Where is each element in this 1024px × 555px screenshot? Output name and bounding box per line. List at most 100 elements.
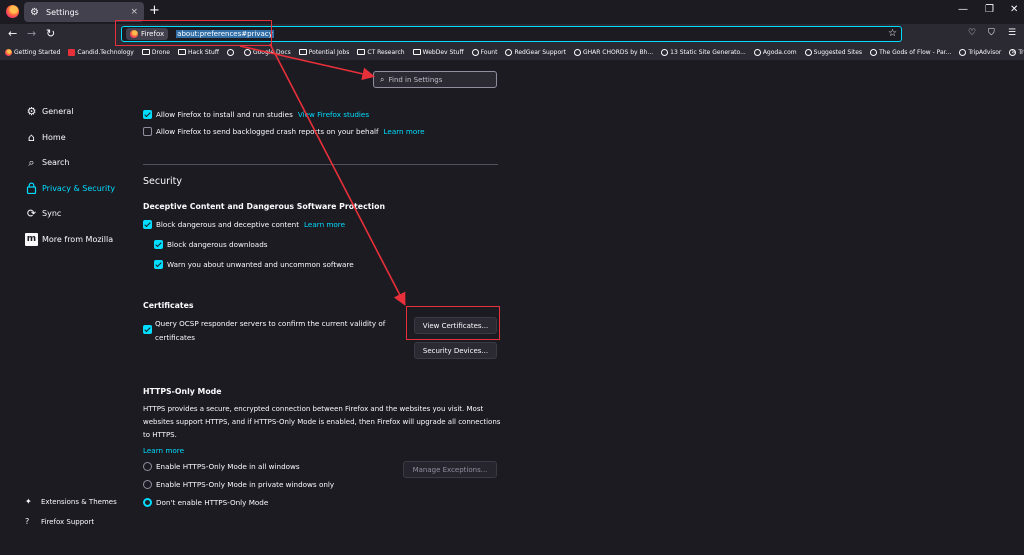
sidebar-item-privacy[interactable]: Privacy & Security bbox=[25, 182, 115, 195]
view-certificates-button[interactable]: View Certificates... bbox=[414, 317, 497, 334]
bookmark-item[interactable]: GHAR CHORDS by Bh... bbox=[573, 48, 654, 56]
https-private-radio[interactable] bbox=[143, 480, 152, 489]
identity-box[interactable]: Firefox bbox=[126, 28, 169, 40]
gear-icon: ⚙ bbox=[30, 6, 39, 18]
lock-icon bbox=[25, 182, 38, 195]
bookmark-item[interactable] bbox=[226, 48, 236, 56]
manage-exceptions-button[interactable]: Manage Exceptions... bbox=[403, 461, 497, 478]
globe-icon bbox=[959, 48, 967, 56]
bookmark-label: Potential Jobs bbox=[308, 48, 350, 56]
crash-reports-checkbox[interactable] bbox=[143, 127, 152, 136]
crash-reports-label: Allow Firefox to send backlogged crash r… bbox=[156, 127, 379, 136]
block-deceptive-checkbox[interactable] bbox=[143, 220, 152, 229]
firefox-icon bbox=[5, 48, 12, 56]
bookmark-item[interactable]: Drone bbox=[141, 48, 170, 56]
bookmark-item[interactable]: WebDev Stuff bbox=[412, 48, 464, 56]
bookmark-item[interactable]: Fount bbox=[471, 48, 498, 56]
pocket-icon[interactable]: ♡ bbox=[968, 28, 976, 38]
back-button[interactable]: ← bbox=[8, 27, 17, 40]
ocsp-label-line1: Query OCSP responder servers to confirm … bbox=[155, 319, 386, 328]
sidebar-item-label: More from Mozilla bbox=[42, 235, 114, 244]
bookmark-item[interactable]: 13 Static Site Generato... bbox=[661, 48, 746, 56]
reload-button[interactable]: ↻ bbox=[46, 27, 55, 40]
warn-unwanted-checkbox[interactable] bbox=[154, 260, 163, 269]
url-text[interactable]: about:preferences#privacy bbox=[176, 30, 274, 38]
sidebar-item-search[interactable]: ⌕ Search bbox=[25, 156, 69, 169]
menu-icon[interactable]: ☰ bbox=[1008, 28, 1016, 38]
bookmark-item[interactable]: The Gods of Flow - Par... bbox=[870, 48, 951, 56]
bookmark-label: GHAR CHORDS by Bh... bbox=[582, 48, 654, 56]
find-in-settings[interactable]: ⌕ bbox=[373, 71, 497, 88]
restore-button[interactable]: ❐ bbox=[985, 4, 994, 15]
https-all-windows-radio[interactable] bbox=[143, 462, 152, 471]
search-input[interactable] bbox=[388, 75, 489, 84]
block-downloads-checkbox[interactable] bbox=[154, 240, 163, 249]
url-bar[interactable]: Firefox about:preferences#privacy ☆ bbox=[121, 26, 902, 42]
https-private-row: Enable HTTPS-Only Mode in private window… bbox=[143, 480, 334, 489]
bookmark-item[interactable]: Hack Stuff bbox=[178, 49, 219, 56]
bookmark-item[interactable]: Google Docs bbox=[243, 48, 291, 56]
view-studies-link[interactable]: View Firefox studies bbox=[298, 110, 369, 119]
close-window-button[interactable]: ✕ bbox=[1010, 4, 1018, 15]
tab-settings[interactable]: ⚙ Settings × bbox=[24, 2, 144, 22]
section-divider bbox=[143, 164, 498, 165]
block-downloads-label: Block dangerous downloads bbox=[167, 240, 268, 249]
bookmark-label: WebDev Stuff bbox=[422, 48, 464, 56]
identity-label: Firefox bbox=[141, 30, 165, 38]
bookmark-item[interactable]: Suggested Sites bbox=[804, 48, 863, 56]
bookmark-item[interactable]: CT Research bbox=[357, 49, 405, 56]
sidebar-firefox-support[interactable]: ? Firefox Support bbox=[25, 517, 94, 526]
globe-icon bbox=[870, 48, 878, 56]
https-off-radio[interactable] bbox=[143, 498, 152, 507]
puzzle-icon: ✦ bbox=[25, 497, 32, 506]
security-devices-button[interactable]: Security Devices... bbox=[414, 342, 497, 359]
forward-button[interactable]: → bbox=[27, 27, 36, 40]
firefox-logo-icon bbox=[130, 30, 138, 38]
crash-learn-more-link[interactable]: Learn more bbox=[384, 127, 425, 136]
bookmark-item[interactable]: Potential Jobs bbox=[298, 48, 350, 56]
bookmark-item[interactable]: TripAdvisor bbox=[959, 48, 1001, 56]
ocsp-checkbox[interactable] bbox=[143, 325, 152, 334]
globe-icon bbox=[661, 48, 669, 56]
folder-icon bbox=[178, 49, 186, 55]
sidebar-item-general[interactable]: ⚙ General bbox=[25, 105, 74, 118]
sidebar-item-label: Privacy & Security bbox=[42, 184, 116, 193]
minimize-button[interactable]: — bbox=[958, 4, 968, 15]
bookmark-item[interactable]: Candid.Technology bbox=[68, 48, 134, 56]
shield-icon[interactable]: ⛉ bbox=[988, 28, 995, 38]
search-icon: ⌕ bbox=[28, 156, 35, 169]
bookmark-label: Fount bbox=[480, 48, 498, 56]
studies-checkbox[interactable] bbox=[143, 110, 152, 119]
bookmark-label: Google Docs bbox=[252, 48, 291, 56]
https-learn-more-text[interactable]: Learn more bbox=[143, 446, 184, 455]
deceptive-learn-more-link[interactable]: Learn more bbox=[304, 220, 345, 229]
close-tab-button[interactable]: × bbox=[130, 7, 138, 17]
bookmark-item[interactable]: Agoda.com bbox=[753, 48, 797, 56]
firefox-logo-icon[interactable] bbox=[6, 5, 19, 18]
new-tab-button[interactable]: + bbox=[149, 3, 160, 18]
tab-strip: ⚙ Settings × + — ❐ ✕ bbox=[0, 0, 1024, 24]
folder-icon bbox=[141, 49, 150, 55]
mozilla-icon: m bbox=[25, 233, 38, 246]
https-learn-more-link[interactable]: Learn more bbox=[143, 446, 184, 455]
bookmark-label: TripAdvisor bbox=[1018, 48, 1024, 56]
bookmark-label: Suggested Sites bbox=[813, 48, 863, 56]
tab-title: Settings bbox=[46, 7, 79, 17]
sidebar-item-more-mozilla[interactable]: m More from Mozilla bbox=[25, 233, 113, 246]
sidebar-item-home[interactable]: ⌂ Home bbox=[25, 131, 66, 144]
bookmark-star-icon[interactable]: ☆ bbox=[888, 28, 897, 39]
bookmarks-overflow-button[interactable]: » bbox=[1011, 47, 1016, 56]
sidebar-item-sync[interactable]: ⟳ Sync bbox=[25, 207, 61, 220]
gear-icon: ⚙ bbox=[26, 105, 37, 118]
sidebar-item-label: Extensions & Themes bbox=[41, 497, 117, 506]
bookmark-label: Candid.Technology bbox=[77, 48, 134, 56]
certificates-heading: Certificates bbox=[143, 301, 194, 310]
block-deceptive-label: Block dangerous and deceptive content bbox=[156, 220, 300, 229]
sidebar-item-label: General bbox=[42, 107, 74, 116]
bookmark-label: 13 Static Site Generato... bbox=[670, 48, 746, 56]
bookmark-label: Drone bbox=[151, 48, 170, 56]
sidebar-extensions-themes[interactable]: ✦ Extensions & Themes bbox=[25, 497, 117, 506]
bookmark-item[interactable]: RedGear Support bbox=[505, 48, 566, 56]
security-heading: Security bbox=[143, 176, 183, 187]
bookmark-item[interactable]: Getting Started bbox=[5, 48, 60, 56]
